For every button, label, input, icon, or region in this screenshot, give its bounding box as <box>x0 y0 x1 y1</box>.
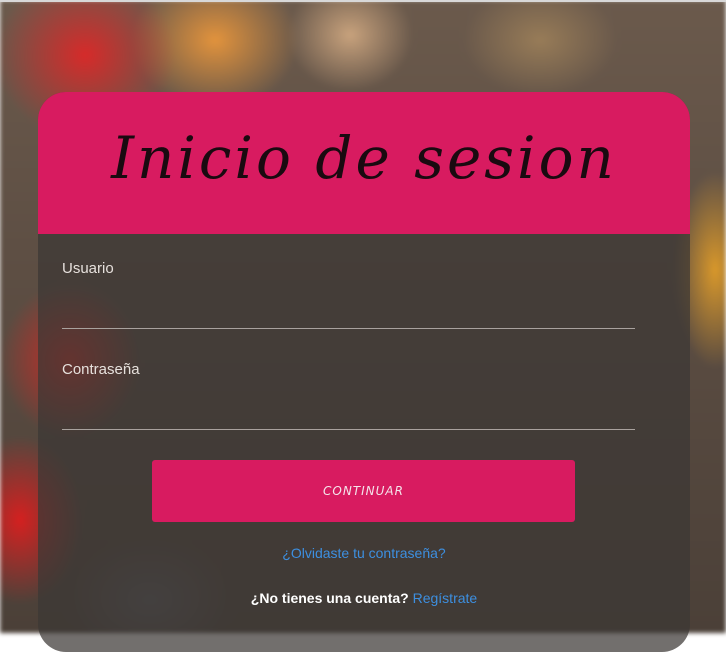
forgot-password-link[interactable]: ¿Olvidaste tu contraseña? <box>38 545 690 561</box>
signup-prompt: ¿No tienes una cuenta? Regístrate <box>38 590 690 606</box>
password-input[interactable] <box>62 399 635 430</box>
login-header: Inicio de sesion <box>38 92 690 234</box>
signup-question: ¿No tienes una cuenta? <box>250 590 409 606</box>
username-label: Usuario <box>62 260 114 277</box>
login-title: Inicio de sesion <box>111 124 617 192</box>
window-top-border <box>0 0 726 2</box>
continue-button[interactable]: CONTINUAR <box>152 460 575 522</box>
password-label: Contraseña <box>62 361 140 378</box>
username-input[interactable] <box>62 298 635 329</box>
login-card: Inicio de sesion Usuario Contraseña CONT… <box>38 92 690 652</box>
signup-link[interactable]: Regístrate <box>413 590 478 606</box>
